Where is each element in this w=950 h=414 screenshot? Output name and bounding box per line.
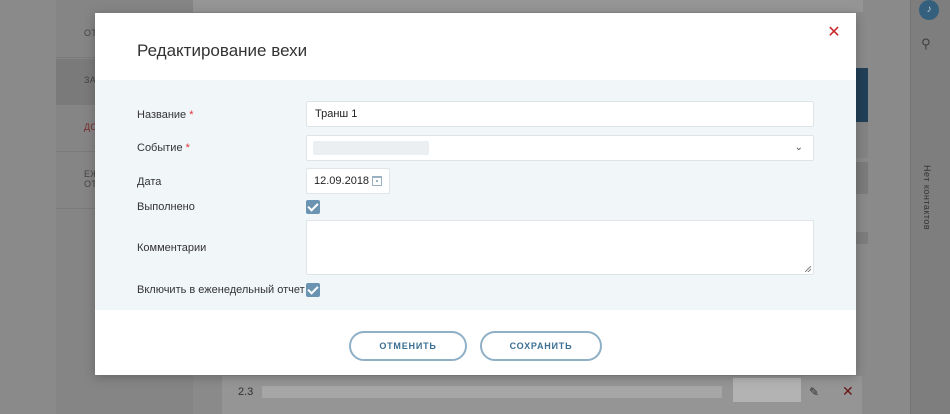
event-select-value — [313, 141, 429, 155]
event-select[interactable]: ⌄ — [306, 135, 814, 161]
modal-title: Редактирование вехи — [137, 41, 308, 60]
required-mark: * — [189, 109, 194, 121]
background-row-box — [733, 378, 801, 402]
date-label: Дата — [137, 176, 162, 188]
date-value: 12.09.2018 — [314, 175, 370, 187]
done-checkbox[interactable] — [306, 200, 320, 214]
chevron-down-icon: ⌄ — [794, 142, 803, 153]
background-row-number: 2.3 — [238, 386, 254, 398]
edit-icon[interactable]: ✎ — [809, 385, 819, 399]
weekly-report-label: Включить в еженедельный отчет — [137, 284, 305, 296]
name-field[interactable]: Транш 1 — [306, 101, 814, 127]
event-label: Событие * — [137, 142, 190, 154]
required-mark: * — [185, 142, 190, 154]
done-label: Выполнено — [137, 201, 195, 213]
weekly-report-checkbox[interactable] — [306, 283, 320, 297]
background-strip — [856, 68, 868, 122]
date-field[interactable]: 12.09.2018 — [306, 168, 390, 194]
comments-label: Комментарии — [137, 242, 207, 254]
calendar-icon[interactable] — [372, 176, 382, 186]
search-icon[interactable]: ⚲ — [921, 36, 931, 52]
bell-icon[interactable]: ♪ — [919, 0, 939, 20]
cancel-button[interactable]: ОТМЕНИТЬ — [349, 331, 467, 361]
background-row-bar — [262, 386, 722, 398]
background-top-card — [193, 0, 863, 12]
background-strip — [856, 122, 868, 158]
close-icon[interactable]: ✕ — [826, 25, 842, 41]
edit-milestone-modal: Редактирование вехи ✕ Название * Транш 1… — [95, 13, 856, 375]
contacts-empty-label: Нет контактов — [922, 165, 932, 231]
modal-form: Название * Транш 1 Событие * ⌄ Дата 12.0… — [95, 80, 856, 310]
save-button[interactable]: СОХРАНИТЬ — [480, 331, 602, 361]
comments-textarea[interactable] — [306, 220, 814, 275]
name-label: Название * — [137, 109, 194, 121]
background-strip — [856, 162, 868, 194]
resize-handle-icon[interactable] — [805, 266, 811, 272]
delete-icon[interactable]: ✕ — [842, 383, 854, 400]
background-strip — [856, 232, 868, 244]
